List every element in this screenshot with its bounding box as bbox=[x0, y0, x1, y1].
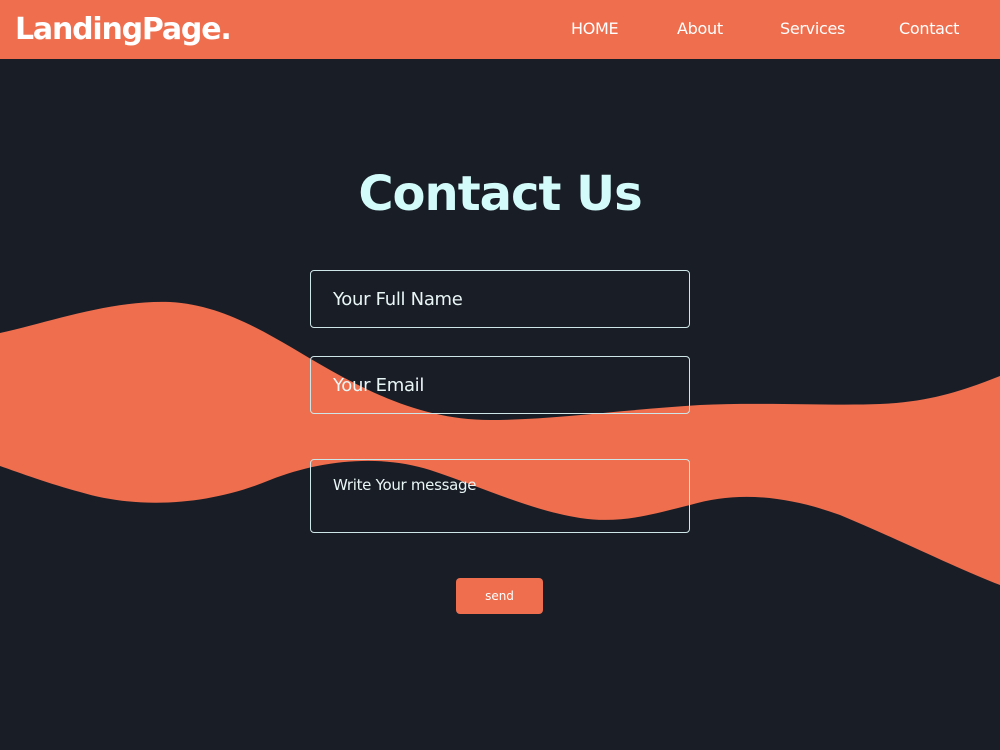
page-title: Contact Us bbox=[358, 166, 642, 222]
send-button[interactable]: send bbox=[456, 578, 543, 614]
page: LandingPage. HOME About Services Contact… bbox=[0, 0, 1000, 750]
main-nav: HOME About Services Contact bbox=[0, 0, 1000, 59]
full-name-input[interactable]: Your Full Name bbox=[310, 270, 690, 328]
nav-services[interactable]: Services bbox=[780, 19, 845, 39]
email-placeholder: Your Email bbox=[333, 374, 425, 396]
full-name-placeholder: Your Full Name bbox=[333, 288, 463, 310]
nav-about[interactable]: About bbox=[677, 19, 723, 39]
nav-home[interactable]: HOME bbox=[571, 19, 619, 39]
email-input[interactable]: Your Email bbox=[310, 356, 690, 414]
message-placeholder: Write Your message bbox=[333, 476, 477, 494]
nav-contact[interactable]: Contact bbox=[899, 19, 959, 39]
site-header: LandingPage. HOME About Services Contact bbox=[0, 0, 1000, 59]
message-textarea[interactable]: Write Your message bbox=[310, 459, 690, 533]
